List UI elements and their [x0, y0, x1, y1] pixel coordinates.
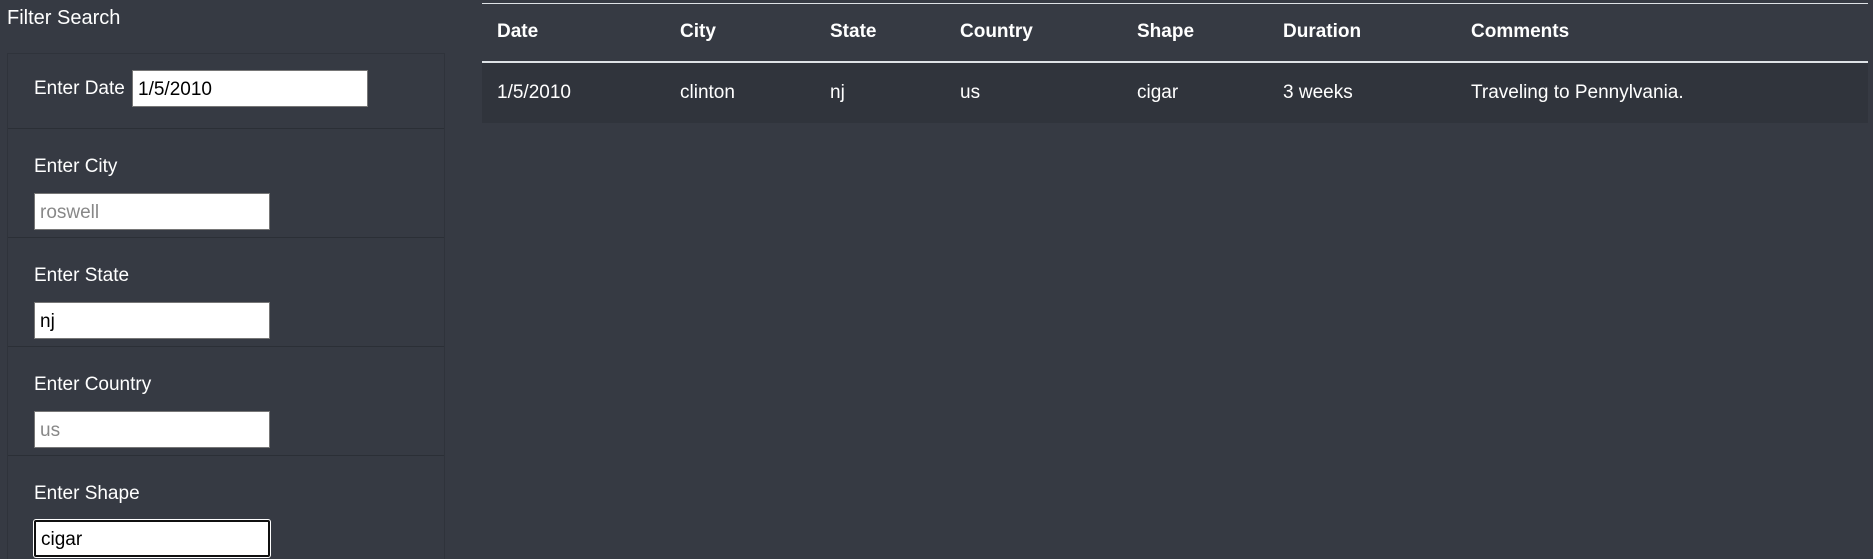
page: Filter Search Enter Date Enter City Ente…: [0, 0, 1873, 559]
filter-sidebar: Filter Search Enter Date Enter City Ente…: [0, 0, 450, 559]
state-label: Enter State: [34, 265, 130, 286]
header-shape: Shape: [1137, 21, 1195, 43]
country-input[interactable]: [34, 411, 270, 448]
cell-date: 1/5/2010: [497, 81, 571, 103]
header-city: City: [680, 21, 716, 43]
city-label: Enter City: [34, 156, 118, 177]
cell-shape: cigar: [1137, 81, 1179, 103]
cell-city: clinton: [680, 81, 735, 103]
cell-state: nj: [830, 81, 845, 103]
table-row: 1/5/2010 clinton nj us cigar 3 weeks Tra…: [482, 61, 1868, 123]
results-panel: Date City State Country Shape Duration C…: [482, 3, 1868, 123]
filter-search-title: Filter Search: [7, 7, 121, 29]
header-date: Date: [497, 21, 539, 43]
header-duration: Duration: [1283, 21, 1362, 43]
header-country: Country: [960, 21, 1033, 43]
table-header-row: Date City State Country Shape Duration C…: [482, 3, 1868, 62]
cell-country: us: [960, 81, 981, 103]
table-body: 1/5/2010 clinton nj us cigar 3 weeks Tra…: [482, 61, 1868, 123]
state-input[interactable]: [34, 302, 270, 339]
country-label: Enter Country: [34, 374, 152, 395]
filter-shape: Enter Shape: [8, 456, 444, 559]
filter-date: Enter Date: [8, 54, 444, 129]
date-label: Enter Date: [34, 78, 125, 99]
filter-state: Enter State: [8, 238, 444, 347]
header-comments: Comments: [1471, 21, 1570, 43]
filter-country: Enter Country: [8, 347, 444, 456]
shape-label: Enter Shape: [34, 483, 140, 504]
filter-city: Enter City: [8, 129, 444, 238]
shape-input[interactable]: [34, 520, 270, 557]
table-header: Date City State Country Shape Duration C…: [482, 3, 1868, 62]
cell-comments: Traveling to Pennylvania.: [1471, 81, 1684, 103]
date-input[interactable]: [132, 70, 368, 107]
city-input[interactable]: [34, 193, 270, 230]
ufo-sightings-table: Date City State Country Shape Duration C…: [482, 3, 1868, 123]
filter-list: Enter Date Enter City Enter State Enter …: [7, 53, 445, 559]
cell-duration: 3 weeks: [1283, 81, 1353, 103]
header-state: State: [830, 21, 877, 43]
